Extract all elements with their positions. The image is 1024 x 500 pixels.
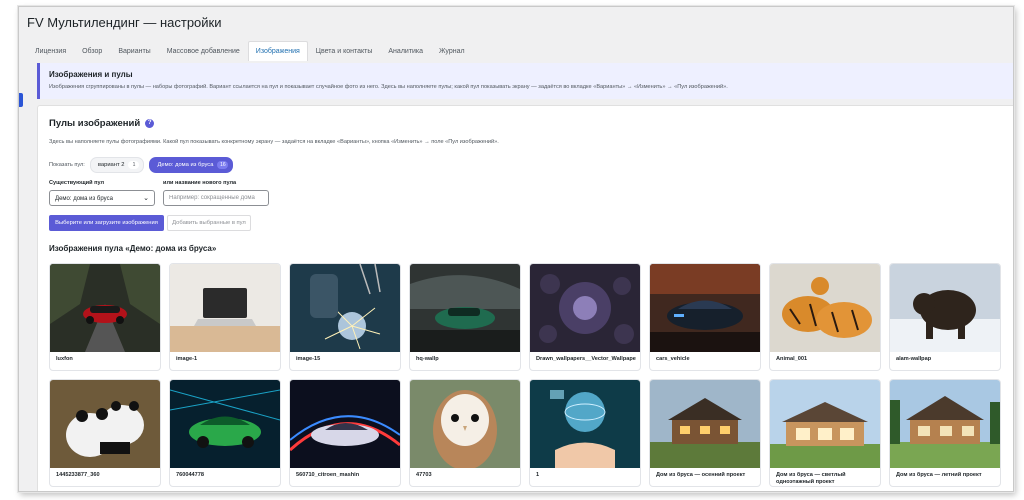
pattern-image <box>530 264 640 352</box>
pools-card: Пулы изображений ? Здесь вы наполняете п… <box>37 105 1013 491</box>
tab-bulk-add[interactable]: Массовое добавление <box>159 41 248 61</box>
pool-pill-demo-houses[interactable]: Демо: дома из бруса 16 <box>149 157 234 173</box>
image-caption: 1 <box>536 472 540 478</box>
pill-count-badge: 16 <box>217 161 229 169</box>
pool-pill-variant-2[interactable]: вариант 2 1 <box>89 157 145 173</box>
pools-heading: Пулы изображений ? <box>49 118 155 129</box>
image-caption: image-15 <box>296 356 321 362</box>
image-caption: 47703 <box>416 472 432 478</box>
notice-title: Изображения и пулы <box>49 70 133 79</box>
image-caption: Animal_001 <box>776 356 808 362</box>
house-autumn-image <box>650 380 760 468</box>
house-summer-image <box>890 380 1000 468</box>
notice-text: Изображения сгруппированы в пулы — набор… <box>49 84 728 90</box>
tab-license[interactable]: Лицензия <box>27 41 74 61</box>
pill-label: Демо: дома из бруса <box>157 162 214 168</box>
dark-car-image <box>650 264 760 352</box>
chevron-down-icon: ⌄ <box>143 195 149 202</box>
existing-pool-label: Существующий пул <box>49 180 105 186</box>
tigers-image <box>770 264 880 352</box>
tab-bar: Лицензия Обзор Варианты Массовое добавле… <box>27 41 473 61</box>
new-pool-input[interactable] <box>163 190 269 206</box>
image-card[interactable]: luxfon <box>49 263 161 371</box>
image-caption: hq-wallp <box>416 356 439 362</box>
red-car-image <box>50 264 160 352</box>
pool-filter: Показать пул: вариант 2 1 Демо: дома из … <box>49 157 234 173</box>
image-caption: alam-wallpap <box>896 356 932 362</box>
owl-image <box>410 380 520 468</box>
tab-overview[interactable]: Обзор <box>74 41 110 61</box>
tab-images[interactable]: Изображения <box>247 41 308 61</box>
help-icon[interactable]: ? <box>145 119 155 128</box>
welding-image <box>290 264 400 352</box>
image-caption: cars_vehicle <box>656 356 690 362</box>
image-card[interactable]: image-1 <box>169 263 281 371</box>
image-caption: Drawn_wallpapers__Vector_Wallpapers_ <box>536 356 636 362</box>
new-pool-label: или название нового пула <box>163 180 237 186</box>
tab-colors-contacts[interactable]: Цвета и контакты <box>308 41 381 61</box>
image-card[interactable]: Drawn_wallpapers__Vector_Wallpapers_ <box>529 263 641 371</box>
image-caption: luxfon <box>56 356 73 362</box>
image-card[interactable]: 1445233877_360 <box>49 379 161 487</box>
sport-car-image <box>290 380 400 468</box>
image-caption: Дом из бруса — осенний проект <box>656 472 746 478</box>
neon-car-image <box>170 380 280 468</box>
existing-pool-select[interactable]: Демо: дома из бруса ⌄ <box>49 190 155 206</box>
upload-images-button[interactable]: Выберите или загрузите изображения <box>49 215 164 231</box>
pools-description: Здесь вы наполняете пулы фотографиями. К… <box>49 139 499 145</box>
image-caption: 560710_citroen_mashin <box>296 472 360 478</box>
image-caption: image-1 <box>176 356 198 362</box>
bear-image <box>890 264 1000 352</box>
image-card[interactable]: Дом из бруса — светлый одноэтажный проек… <box>769 379 881 487</box>
image-caption: Дом из бруса — светлый одноэтажный проек… <box>776 472 846 485</box>
pool-images-title: Изображения пула «Демо: дома из бруса» <box>49 244 217 253</box>
tab-variants[interactable]: Варианты <box>110 41 158 61</box>
house-light-image <box>770 380 880 468</box>
page-title: FV Мультилендинг — настройки <box>27 15 222 30</box>
image-card[interactable]: 47703 <box>409 379 521 487</box>
image-card[interactable]: Дом из бруса — летний проект <box>889 379 1001 487</box>
image-card[interactable]: Дом из бруса — осенний проект <box>649 379 761 487</box>
green-car-image <box>410 264 520 352</box>
add-to-pool-button[interactable]: Добавить выбранные в пул <box>167 215 251 231</box>
tab-log[interactable]: Журнал <box>431 41 473 61</box>
collapse-handle[interactable] <box>19 93 23 107</box>
image-caption: Дом из бруса — летний проект <box>896 472 982 478</box>
show-pool-label: Показать пул: <box>49 162 85 168</box>
image-card[interactable]: alam-wallpap <box>889 263 1001 371</box>
tab-analytics[interactable]: Аналитика <box>380 41 431 61</box>
image-card[interactable]: 760044778 <box>169 379 281 487</box>
pandas-image <box>50 380 160 468</box>
image-caption: 760044778 <box>176 472 204 478</box>
image-caption: 1445233877_360 <box>56 472 100 478</box>
image-card[interactable]: image-15 <box>289 263 401 371</box>
globe-hand-image <box>530 380 640 468</box>
select-value: Демо: дома из бруса <box>55 196 113 202</box>
pill-count-badge: 1 <box>128 161 140 169</box>
info-notice: Изображения и пулы Изображения сгруппиро… <box>37 63 1013 99</box>
pill-label: вариант 2 <box>97 162 125 168</box>
pools-title: Пулы изображений <box>49 118 141 129</box>
image-card[interactable]: 1 <box>529 379 641 487</box>
image-card[interactable]: cars_vehicle <box>649 263 761 371</box>
image-card[interactable]: Animal_001 <box>769 263 881 371</box>
laptop-image <box>170 264 280 352</box>
settings-window: FV Мультилендинг — настройки Лицензия Об… <box>18 6 1014 492</box>
image-card[interactable]: 560710_citroen_mashin <box>289 379 401 487</box>
image-card[interactable]: hq-wallp <box>409 263 521 371</box>
